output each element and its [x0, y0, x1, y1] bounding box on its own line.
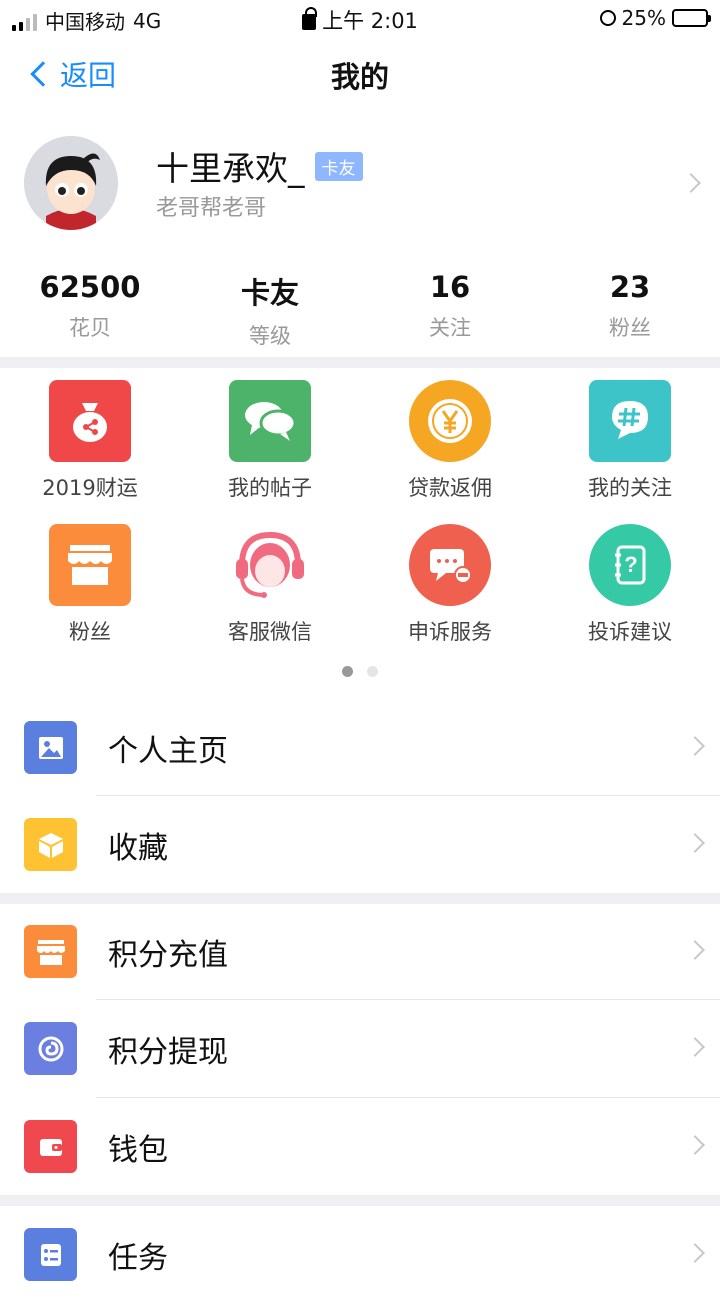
menu-item-tasks[interactable]: 任务: [0, 1206, 720, 1303]
svg-text:?: ?: [624, 552, 637, 577]
stat-following[interactable]: 16 关注: [360, 270, 540, 350]
stats-row: 62500 花贝 卡友等级 16 关注 23 粉丝: [0, 270, 720, 350]
stat-label: 等级: [249, 324, 291, 348]
grid-item-label: 贷款返佣: [408, 476, 492, 500]
nav-bar: 返回 我的: [0, 44, 720, 104]
menu-item-homepage[interactable]: 个人主页: [0, 699, 720, 796]
user-name: 十里承欢_: [156, 149, 305, 188]
section-separator: [0, 1195, 720, 1206]
chevron-right-icon: [681, 173, 701, 193]
wallet-icon: [24, 1120, 77, 1173]
yen-coin-icon: [409, 380, 491, 462]
menu-item-points-recharge[interactable]: 积分充值: [0, 903, 720, 1000]
page-indicator: [0, 666, 720, 677]
clock: 上午 2:01: [322, 9, 418, 33]
menu-item-favorites[interactable]: 收藏: [0, 796, 720, 893]
chevron-right-icon: [685, 1243, 705, 1263]
chevron-right-icon: [685, 940, 705, 960]
question-notebook-icon: ?: [589, 524, 671, 606]
lock-icon: [302, 7, 318, 30]
rotation-lock-icon: [599, 10, 616, 26]
avatar[interactable]: [24, 136, 118, 230]
battery-percent: 25%: [621, 6, 666, 30]
headset-agent-icon: [229, 524, 311, 606]
grid-item-my-posts[interactable]: 我的帖子: [180, 380, 360, 524]
store-icon: [49, 524, 131, 606]
box-icon: [24, 818, 77, 871]
menu-item-label: 积分提现: [108, 1035, 228, 1070]
menu-item-points-withdraw[interactable]: 积分提现: [0, 1000, 720, 1097]
chat-bubbles-icon: [229, 380, 311, 462]
page-dot[interactable]: [367, 666, 378, 677]
stat-label: 粉丝: [609, 316, 651, 340]
section-separator: [0, 357, 720, 368]
message-minus-icon: [409, 524, 491, 606]
chevron-right-icon: [685, 1037, 705, 1057]
task-list-icon: [24, 1228, 77, 1281]
page-dot-active[interactable]: [342, 666, 353, 677]
money-bag-icon: [49, 380, 131, 462]
grid-item-my-follows[interactable]: 我的关注: [540, 380, 720, 524]
stat-fans[interactable]: 23 粉丝: [540, 270, 720, 350]
grid-item-label: 申诉服务: [408, 620, 492, 644]
profile-header[interactable]: 十里承欢_ 卡友 老哥帮老哥: [0, 130, 720, 240]
shortcut-grid: 2019财运 我的帖子 贷款返佣 我的关注 粉丝 客服微信 申诉服务 ? 投诉建…: [0, 380, 720, 668]
grid-item-label: 客服微信: [228, 620, 312, 644]
user-subtitle: 老哥帮老哥: [156, 196, 267, 221]
grid-item-fans[interactable]: 粉丝: [0, 524, 180, 668]
stat-value: 23: [609, 270, 651, 304]
grid-item-label: 我的关注: [588, 476, 672, 500]
status-bar: 中国移动 4G 上午 2:01 25%: [0, 0, 720, 36]
grid-item-complaints[interactable]: ? 投诉建议: [540, 524, 720, 668]
stat-level[interactable]: 卡友 等级: [180, 270, 360, 350]
stat-value: 卡友: [240, 276, 299, 310]
store-icon: [24, 925, 77, 978]
grid-item-appeal[interactable]: 申诉服务: [360, 524, 540, 668]
chevron-right-icon: [685, 1135, 705, 1155]
grid-item-loan-rebate[interactable]: 贷款返佣: [360, 380, 540, 524]
grid-item-customer-service[interactable]: 客服微信: [180, 524, 360, 668]
grid-item-label: 投诉建议: [588, 620, 672, 644]
chevron-right-icon: [685, 736, 705, 756]
spiral-icon: [24, 1022, 77, 1075]
grid-item-label: 2019财运: [42, 476, 138, 500]
grid-item-label: 我的帖子: [228, 476, 312, 500]
grid-item-label: 粉丝: [69, 620, 111, 644]
image-icon: [24, 721, 77, 774]
menu-item-label: 积分充值: [108, 938, 228, 973]
user-level-badge: 卡友: [314, 151, 363, 181]
menu-item-wallet[interactable]: 钱包: [0, 1098, 720, 1195]
menu-item-label: 收藏: [108, 831, 168, 866]
menu-item-label: 钱包: [108, 1133, 168, 1168]
stat-label: 关注: [429, 316, 471, 340]
chevron-right-icon: [685, 833, 705, 853]
page-title: 我的: [330, 60, 389, 94]
menu-item-label: 任务: [108, 1241, 168, 1276]
grid-item-fortune[interactable]: 2019财运: [0, 380, 180, 524]
stat-label: 花贝: [69, 316, 111, 340]
stat-value: 16: [429, 270, 471, 304]
stat-huabei[interactable]: 62500 花贝: [0, 270, 180, 350]
stat-value: 62500: [39, 270, 141, 304]
battery-icon: [672, 9, 711, 27]
menu-item-label: 个人主页: [108, 734, 228, 769]
hashtag-icon: [589, 380, 671, 462]
